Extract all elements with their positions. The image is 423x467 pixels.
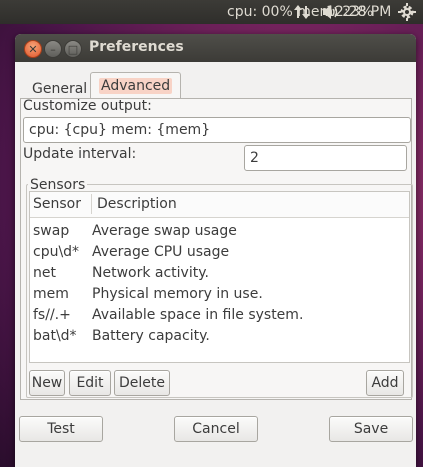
table-row[interactable]: fs//.+ Available space in file system. — [30, 305, 409, 326]
close-icon[interactable]: ✕ — [24, 40, 42, 58]
table-row[interactable]: mem Physical memory in use. — [30, 284, 409, 305]
sensor-cell: mem — [33, 286, 69, 302]
cancel-button[interactable]: Cancel — [174, 416, 258, 442]
top-panel: cpu: 00% mem: 23% 12:28 PM — [0, 0, 423, 24]
description-cell: Physical memory in use. — [92, 286, 263, 302]
sensor-cell: fs//.+ — [33, 307, 71, 323]
column-header-sensor[interactable]: Sensor — [33, 196, 81, 212]
tab-advanced[interactable]: Advanced — [90, 72, 182, 99]
maximize-icon[interactable]: □ — [64, 40, 82, 58]
sensor-cell: net — [33, 265, 56, 281]
sensors-table[interactable]: Sensor Description swap Average swap usa… — [29, 191, 410, 363]
titlebar[interactable]: ✕ – □ Preferences — [15, 34, 416, 62]
column-header-description[interactable]: Description — [97, 196, 177, 212]
sensor-cell: swap — [33, 223, 70, 239]
sensor-cell: cpu\d* — [33, 244, 80, 260]
clock[interactable]: 12:28 PM — [326, 2, 391, 22]
update-interval-input[interactable]: 2 — [244, 145, 407, 171]
tab-advanced-label: Advanced — [99, 78, 173, 94]
description-cell: Average CPU usage — [92, 244, 230, 260]
column-divider — [91, 194, 92, 214]
network-icon[interactable] — [293, 3, 311, 27]
description-cell: Available space in file system. — [92, 307, 304, 323]
save-button[interactable]: Save — [329, 416, 413, 442]
table-row[interactable]: bat\d* Battery capacity. — [30, 326, 409, 347]
advanced-tab-panel: Customize output: cpu: {cpu} mem: {mem} … — [20, 98, 413, 400]
preferences-window: ✕ – □ Preferences General Advanced Custo… — [15, 34, 416, 467]
update-interval-label: Update interval: — [23, 146, 137, 162]
description-cell: Average swap usage — [92, 223, 237, 239]
add-sensor-button[interactable]: Add — [366, 370, 404, 396]
table-row[interactable]: cpu\d* Average CPU usage — [30, 242, 409, 263]
new-sensor-button[interactable]: New — [29, 370, 65, 396]
table-row[interactable]: net Network activity. — [30, 263, 409, 284]
table-header: Sensor Description — [30, 192, 409, 218]
sensor-cell: bat\d* — [33, 328, 77, 344]
customize-output-input[interactable]: cpu: {cpu} mem: {mem} — [23, 117, 411, 143]
edit-sensor-button[interactable]: Edit — [69, 370, 111, 396]
customize-output-label: Customize output: — [23, 98, 152, 114]
description-cell: Network activity. — [92, 265, 209, 281]
delete-sensor-button[interactable]: Delete — [114, 370, 170, 396]
minimize-icon[interactable]: – — [44, 40, 62, 58]
test-button[interactable]: Test — [19, 416, 103, 442]
description-cell: Battery capacity. — [92, 328, 210, 344]
table-row[interactable]: swap Average swap usage — [30, 221, 409, 242]
window-title: Preferences — [89, 39, 184, 55]
gear-icon[interactable] — [397, 2, 417, 28]
